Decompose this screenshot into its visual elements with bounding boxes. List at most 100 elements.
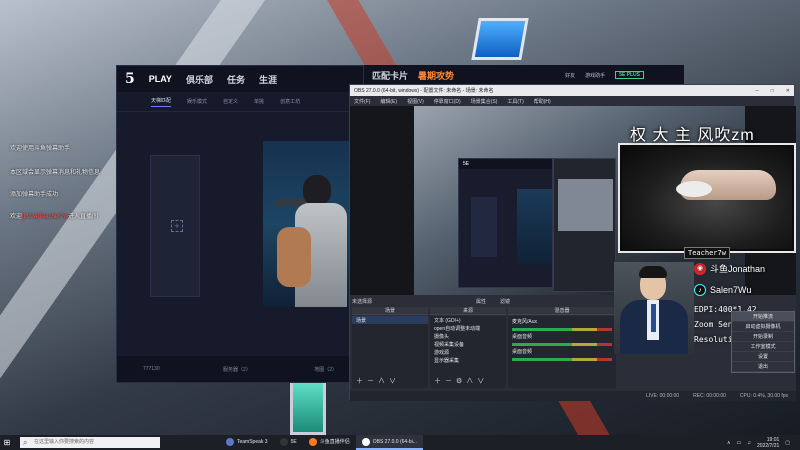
- taskbar-app-obs[interactable]: OBS 27.0.0 (64-bi...: [355, 435, 423, 450]
- client-bottom-bar: 777130 服务器（2） 地图（2）: [117, 356, 363, 382]
- settings-button[interactable]: 设置: [732, 352, 794, 362]
- chevron-up-icon[interactable]: ∧: [727, 440, 731, 446]
- danmu-pre: 欢迎: [10, 214, 23, 220]
- overlay-title: 权 大 主 风吹zm: [630, 127, 755, 144]
- properties-button[interactable]: 属性: [476, 298, 486, 305]
- source-item[interactable]: 摄像头: [430, 332, 506, 340]
- studio-mode-button[interactable]: 工作室模式: [732, 342, 794, 352]
- obs-menubar: 文件(F) 编辑(E) 视图(V) 停靠窗口(D) 场景集合(S) 工具(T) …: [350, 96, 794, 106]
- source-item[interactable]: 游戏源: [430, 348, 506, 356]
- scenes-list: 场景 ＋－∧∨: [352, 316, 428, 388]
- source-item[interactable]: 视频采集设备: [430, 340, 506, 348]
- tab-ranked[interactable]: 天梯匹配: [151, 97, 172, 107]
- audio-mixer: 麦克风/Aux 桌面音频 桌面音频: [508, 316, 616, 388]
- source-item[interactable]: open自动调整未动端: [430, 324, 506, 332]
- overlay-douyin: ♪ Salen7Wu: [694, 284, 751, 296]
- mixer-volume-meter[interactable]: [512, 358, 612, 361]
- preview-client-logo: 5E: [459, 159, 552, 169]
- party-slot[interactable]: +: [150, 155, 200, 297]
- map-select[interactable]: 地图（2）: [314, 366, 337, 373]
- overlay-name-tag: Teacher7w: [684, 247, 730, 259]
- source-tools[interactable]: ＋－⚙∧∨: [434, 376, 488, 386]
- source-label: open自动调整未动端: [434, 325, 481, 332]
- minimize-icon[interactable]: ─: [755, 88, 759, 94]
- sources-dock-title: 来源: [430, 307, 506, 315]
- presenter-tie: [651, 304, 656, 332]
- menu-tools[interactable]: 工具(T): [507, 98, 523, 105]
- taskbar-app-label: 斗鱼直播伴侣: [319, 439, 350, 445]
- taskbar-search-input[interactable]: 在这里输入你要搜索的内容: [20, 437, 160, 448]
- menu-file[interactable]: 文件(F): [354, 98, 370, 105]
- tab-casual[interactable]: 娱乐模式: [187, 98, 207, 105]
- art-arm: [277, 227, 311, 287]
- notification-icon[interactable]: ▢: [785, 440, 790, 446]
- filters-button[interactable]: 滤镜: [500, 298, 510, 305]
- source-label: 显示器采集: [434, 357, 460, 364]
- nav-club[interactable]: 俱乐部: [186, 73, 213, 86]
- danmu-message: 本区域会显示弹幕消息和礼物信息: [10, 170, 101, 176]
- menu-help[interactable]: 帮助(H): [534, 98, 551, 105]
- art-head: [303, 175, 331, 205]
- volume-icon[interactable]: ♫: [747, 440, 751, 446]
- client-nav-bar-right: 匹配卡片 暑期攻势 好友 游戏助手 5E PLUS: [364, 65, 684, 85]
- source-label: 文本 (GDI+): [434, 317, 461, 324]
- nav-summer-event[interactable]: 暑期攻势: [418, 69, 454, 82]
- tab-duel[interactable]: 单挑: [254, 98, 264, 105]
- nav-career[interactable]: 生涯: [259, 73, 277, 86]
- douyin-handle: Salen7Wu: [710, 285, 752, 295]
- friends-button[interactable]: 好友: [565, 72, 575, 79]
- taskbar-app-douyu[interactable]: 斗鱼直播伴侣: [303, 435, 356, 450]
- client-mode-tabs: 天梯匹配 娱乐模式 自定义 单挑 创意工坊: [117, 92, 363, 112]
- menu-scene-collection[interactable]: 场景集合(S): [471, 98, 498, 105]
- taskbar-app-5e[interactable]: 5E: [274, 435, 303, 450]
- mixer-volume-meter[interactable]: [512, 343, 612, 346]
- assistant-button[interactable]: 游戏助手: [585, 72, 605, 79]
- overlay-weibo: ◉ 斗鱼Jonathan: [694, 262, 765, 275]
- cpu-status: CPU: 0.4%, 30.00 fps: [739, 393, 788, 399]
- preview-obs-mirror: [553, 158, 616, 292]
- menu-view[interactable]: 视图(V): [407, 98, 424, 105]
- obs-controls-menu: 开始推流 启动虚拟摄像机 开始录制 工作室模式 设置 退出: [731, 311, 795, 373]
- close-icon[interactable]: ✕: [786, 88, 790, 94]
- obs-icon: [361, 437, 370, 446]
- weibo-handle: 斗鱼Jonathan: [710, 264, 766, 274]
- start-recording-button[interactable]: 开始录制: [732, 332, 794, 342]
- 5e-plus-badge[interactable]: 5E PLUS: [615, 71, 644, 79]
- server-select[interactable]: 服务器（2）: [223, 366, 251, 373]
- taskbar-app-teamspeak[interactable]: TeamSpeak 3: [220, 435, 274, 450]
- maximize-icon[interactable]: □: [771, 88, 774, 94]
- virtual-camera-button[interactable]: 启动虚拟摄像机: [732, 322, 794, 332]
- add-player-icon[interactable]: +: [171, 220, 183, 232]
- obs-titlebar: OBS 27.0.0 (64-bit, windows) - 配置文件: 未命名…: [350, 85, 794, 96]
- obs-status-bar: LIVE: 00:00:00 REC: 00:00:00 CPU: 0.4%, …: [350, 391, 796, 401]
- danmu-message: 欢迎[LV24]Teacher7w进入直播间: [10, 211, 98, 220]
- tab-workshop[interactable]: 创意工坊: [280, 98, 300, 105]
- start-streaming-button[interactable]: 开始推流: [732, 312, 794, 322]
- scene-item[interactable]: 场景: [352, 316, 428, 324]
- danmu-message: 欢迎使用斗鱼弹幕助手: [10, 146, 71, 152]
- mixer-channel-label: 桌面音频: [512, 334, 533, 340]
- online-count: 777130: [143, 366, 160, 372]
- client-nav-bar: 5 PLAY 俱乐部 任务 生涯: [117, 66, 363, 92]
- taskbar-app-label: TeamSpeak 3: [237, 438, 268, 445]
- scene-tools[interactable]: ＋－∧∨: [356, 376, 400, 386]
- menu-edit[interactable]: 编辑(E): [380, 98, 397, 105]
- menu-docks[interactable]: 停靠窗口(D): [434, 98, 461, 105]
- live-timer: LIVE: 00:00:00: [646, 393, 680, 399]
- no-source-label: 未选择源: [352, 299, 373, 305]
- obs-title: OBS 27.0.0 (64-bit, windows) - 配置文件: 未命名…: [354, 88, 494, 94]
- mixer-volume-meter[interactable]: [512, 328, 612, 331]
- taskbar-clock[interactable]: 19:01 2022/7/21: [757, 437, 779, 449]
- tab-custom[interactable]: 自定义: [223, 98, 238, 105]
- rec-timer: REC: 00:00:00: [693, 393, 726, 399]
- source-item[interactable]: 文本 (GDI+): [430, 316, 506, 324]
- window-controls: ─ □ ✕: [743, 88, 790, 94]
- source-label: 视频采集设备: [434, 341, 465, 348]
- nav-tasks[interactable]: 任务: [227, 73, 245, 86]
- exit-button[interactable]: 退出: [732, 362, 794, 372]
- source-item[interactable]: 显示器采集: [430, 356, 506, 364]
- network-icon[interactable]: ▭: [737, 440, 742, 446]
- nav-match-cards[interactable]: 匹配卡片: [372, 69, 408, 82]
- nav-play[interactable]: PLAY: [149, 74, 172, 84]
- windows-start-icon[interactable]: ⊞: [0, 438, 14, 447]
